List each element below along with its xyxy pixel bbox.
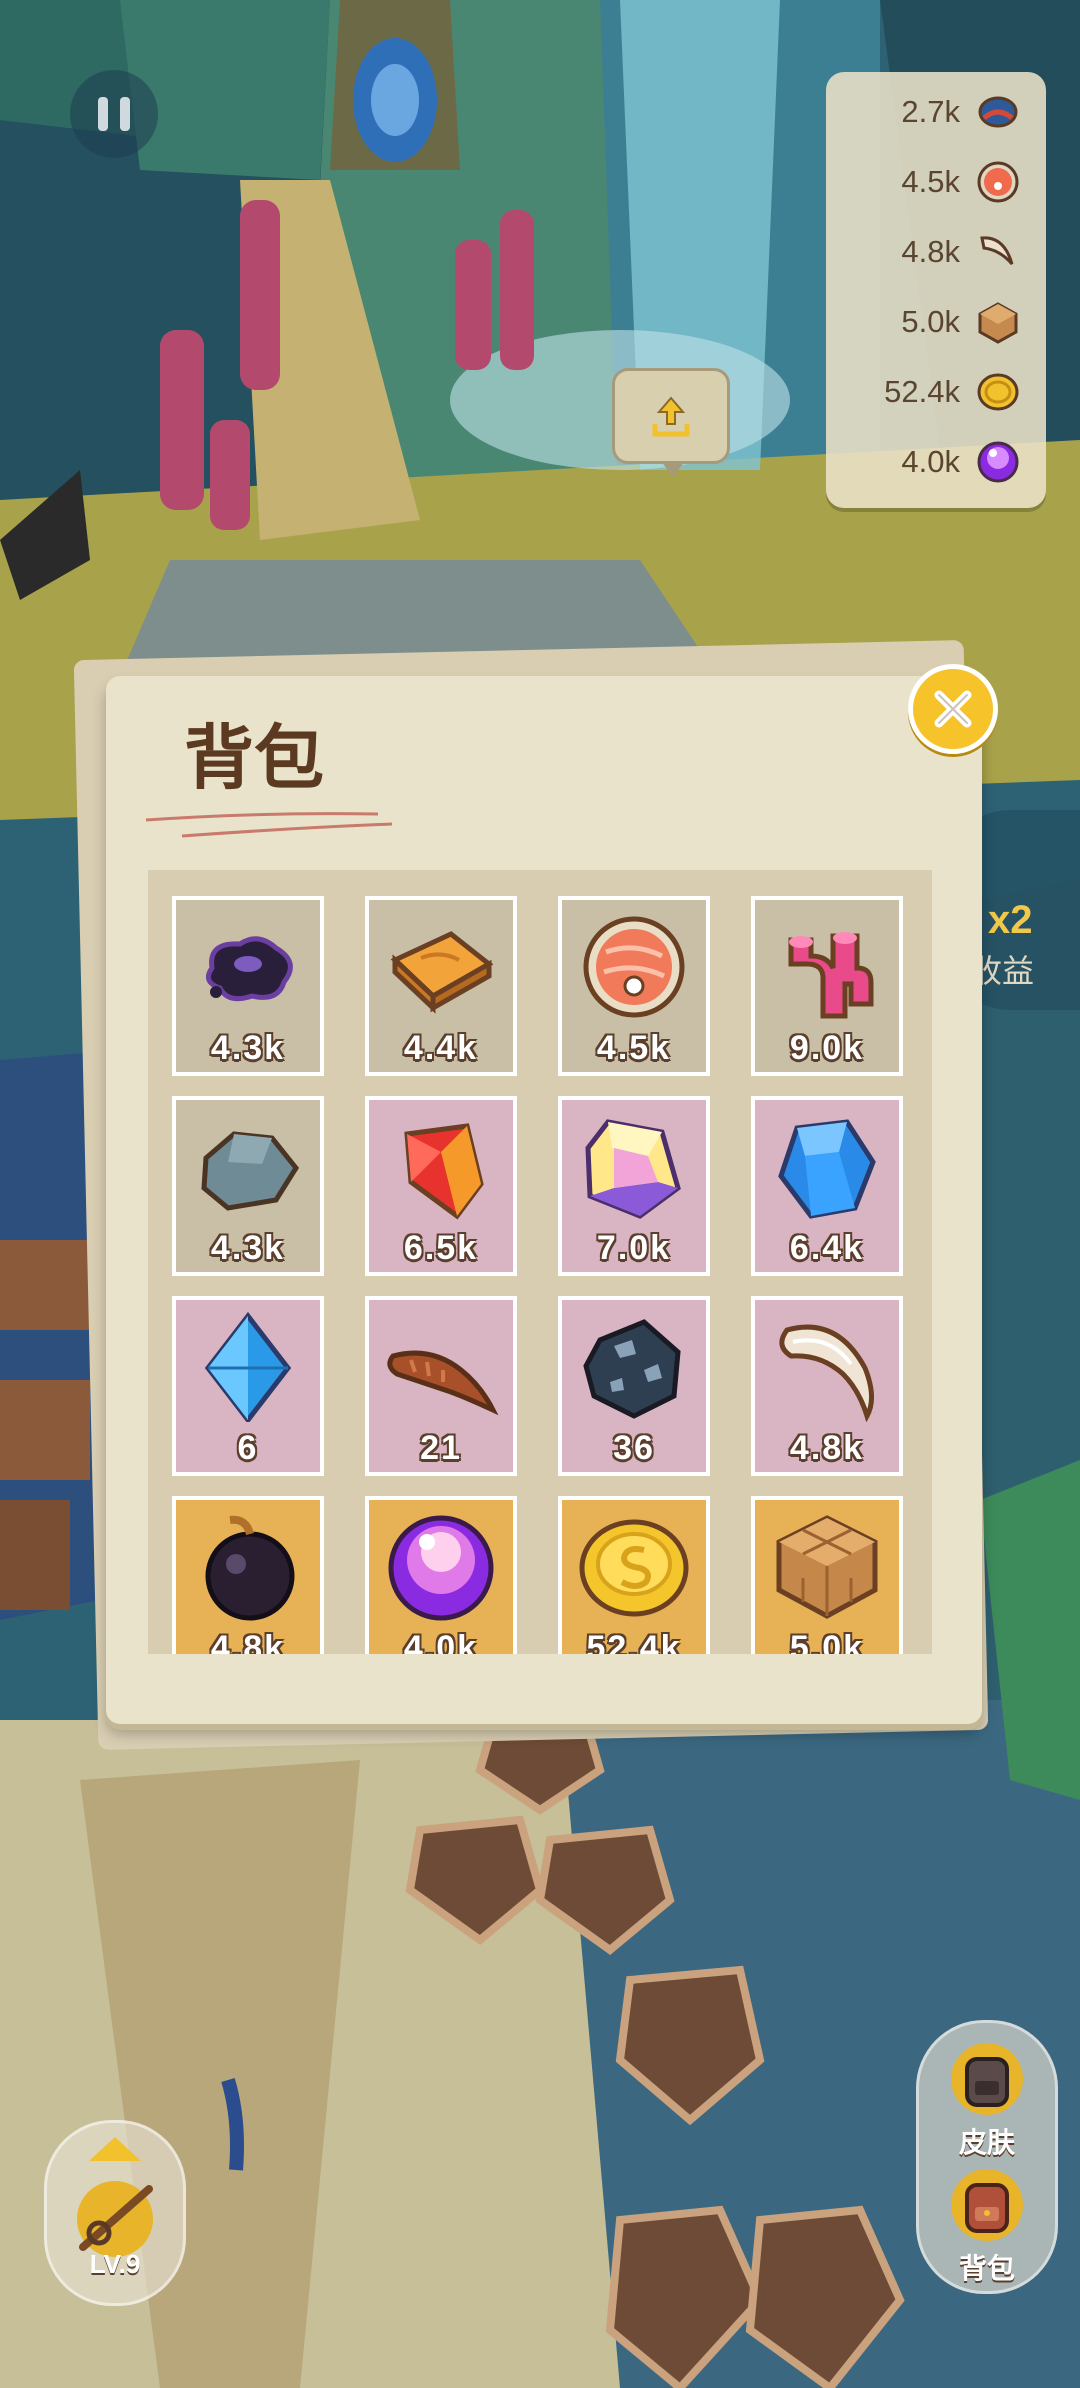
ink-blob-icon [205,936,293,1002]
close-button[interactable] [908,664,998,754]
side-menu: 皮肤 背包 [916,2020,1058,2294]
purple-pearl-icon [977,441,1019,483]
inventory-slot[interactable]: 5.0k [751,1496,903,1654]
bomb-icon [205,1515,295,1621]
upload-icon [652,396,690,437]
meteorite-icon [583,1319,681,1419]
blue-gem-icon [778,1119,876,1219]
wood-plank-icon [390,931,494,1014]
inventory-slot[interactable]: 4.0k [365,1496,517,1654]
backpack-button[interactable]: 背包 [929,2161,1045,2285]
skin-backpack-icon [951,2043,1023,2115]
resource-row: 5.0k [901,298,1022,346]
item-count: 6.5k [403,1229,479,1267]
inventory-slot[interactable]: 36 [558,1296,710,1476]
inventory-slot[interactable]: 4.8k [751,1296,903,1476]
item-count: 7.0k [596,1229,672,1267]
title-underline [145,812,393,838]
inventory-slot[interactable]: 4.4k [365,896,517,1076]
inventory-slot[interactable]: 6.4k [751,1096,903,1276]
item-count: 4.4k [403,1029,479,1067]
item-count: 4.5k [596,1029,672,1067]
upload-button[interactable] [612,368,730,477]
tusk-icon [779,1324,874,1422]
item-count: 4.0k [403,1629,479,1654]
opal-gem-icon [585,1119,681,1219]
wood-cube-icon [978,302,1018,344]
inventory-slot[interactable]: 6.5k [365,1096,517,1276]
resource-row: 4.5k [901,158,1022,206]
resource-value: 4.8k [901,234,960,269]
wood-cube-icon [776,1515,878,1619]
item-count: 6.4k [789,1229,865,1267]
inventory-slot[interactable]: 52.4k [558,1496,710,1654]
gold-coin-icon [977,373,1019,411]
skin-label: 皮肤 [958,2126,1015,2159]
bag-title: 背包 [184,717,324,799]
backpack-label: 背包 [958,2252,1015,2285]
resource-row: 2.7k [901,88,1022,136]
inventory-slot[interactable]: 4.5k [558,896,710,1076]
inventory-slot[interactable]: 9.0k [751,896,903,1076]
level-label: LV.9 [89,2249,141,2279]
item-count: 36 [613,1429,655,1467]
inventory-slot[interactable]: 4.3k [172,896,324,1076]
inventory-slot[interactable]: 21 [365,1296,517,1476]
item-count: 5.0k [789,1629,865,1654]
pause-button[interactable] [70,70,158,158]
level-button[interactable]: LV.9 [44,2120,186,2306]
chevron-up-icon [89,2137,141,2161]
tusk-icon [980,236,1014,265]
purple-pearl-icon [388,1515,494,1621]
resource-value: 4.0k [901,444,960,479]
item-count: 4.8k [789,1429,865,1467]
salmon-steak-icon [583,916,685,1018]
backpack-icon [951,2169,1023,2241]
resource-panel: 2.7k 4.5k 4.8k 5.0k 52.4k 4.0k [826,72,1046,508]
red-crystal-icon [404,1123,484,1220]
inventory-slot[interactable]: 4.3k [172,1096,324,1276]
item-count: 52.4k [586,1629,682,1654]
salmon-steak-icon [977,161,1019,203]
resource-value: 52.4k [884,374,960,409]
item-count: 6 [237,1429,259,1467]
item-count: 4.8k [210,1629,286,1654]
inventory-slot[interactable]: 6 [172,1296,324,1476]
close-icon [934,690,972,728]
gold-coin-icon [579,1519,689,1617]
inventory-slot[interactable]: 4.8k [172,1496,324,1654]
blue-diamond-icon [204,1312,292,1422]
skin-button[interactable]: 皮肤 [929,2035,1045,2159]
item-count: 9.0k [789,1029,865,1067]
item-count: 4.3k [210,1229,286,1267]
resource-value: 5.0k [901,304,960,339]
bag-panel: 背包 4.3k 4.4k 4.5k 9.0k 4.3k 6.5k 7.0k 6.… [106,676,982,1724]
inventory-slot[interactable]: 7.0k [558,1096,710,1276]
item-count: 21 [420,1429,462,1467]
resource-row: 52.4k [884,368,1022,416]
pause-icon [98,97,108,131]
resource-row: 4.8k [901,228,1022,276]
resource-value: 4.5k [901,164,960,199]
resource-value: 2.7k [901,94,960,129]
x2-label: x2 [988,898,1033,942]
fish-icon [978,96,1018,128]
horn-icon [387,1350,499,1416]
item-count: 4.3k [210,1029,286,1067]
coral-icon [788,932,874,1019]
resource-row: 4.0k [901,438,1022,486]
stone-icon [201,1131,300,1211]
inventory-grid-area[interactable]: 4.3k 4.4k 4.5k 9.0k 4.3k 6.5k 7.0k 6.4k … [148,870,932,1654]
